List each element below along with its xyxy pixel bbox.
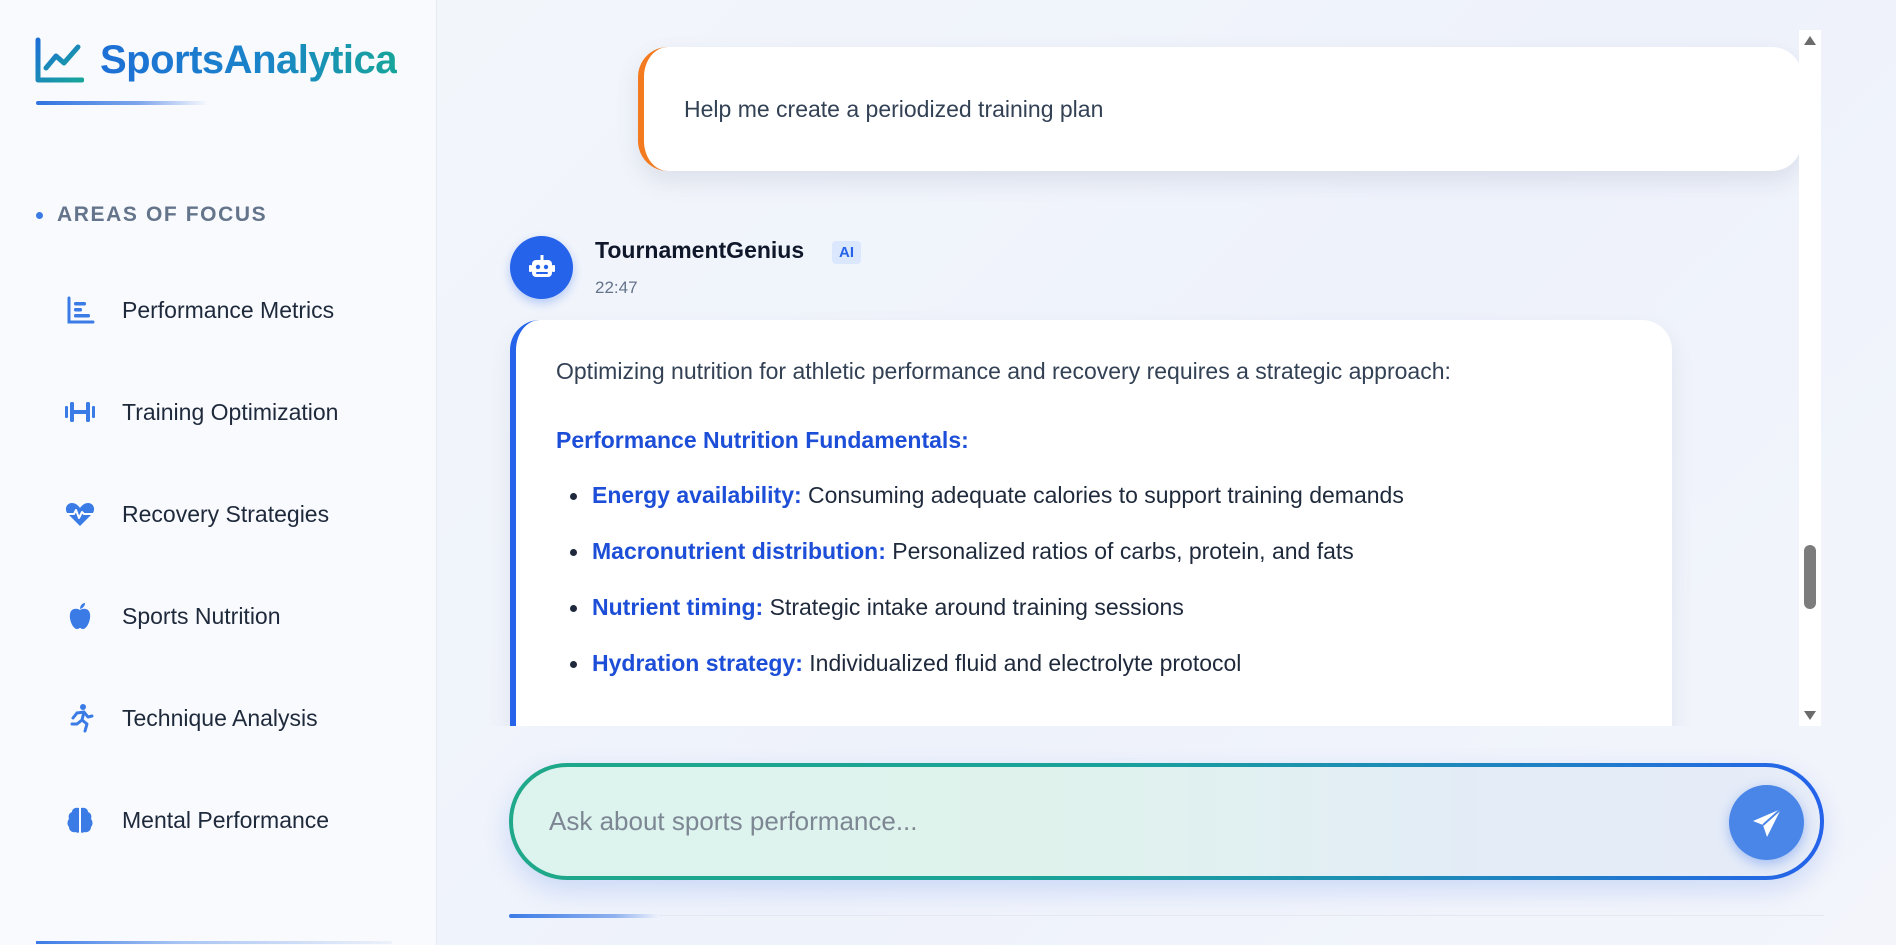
sidebar-item-performance-metrics[interactable]: Performance Metrics xyxy=(60,282,338,338)
ai-badge: AI xyxy=(832,241,861,264)
running-person-icon xyxy=(60,698,100,738)
paper-plane-icon xyxy=(1752,807,1782,837)
list-item: Energy availability: Consuming adequate … xyxy=(570,482,1672,509)
list-item: Macronutrient distribution: Personalized… xyxy=(570,538,1672,565)
brand-logo[interactable]: SportsAnalytica xyxy=(34,36,398,84)
point-text: Consuming adequate calories to support t… xyxy=(801,482,1404,508)
brand-name: SportsAnalytica xyxy=(100,37,398,82)
chat-input[interactable] xyxy=(549,767,1669,876)
sidebar-item-label: Performance Metrics xyxy=(122,296,335,323)
underline-track xyxy=(659,915,1824,916)
sidebar-item-label: Recovery Strategies xyxy=(122,500,330,527)
bar-chart-icon xyxy=(60,290,100,330)
user-message: Help me create a periodized training pla… xyxy=(638,47,1802,171)
sidebar-item-mental-performance[interactable]: Mental Performance xyxy=(60,792,338,848)
heart-pulse-icon xyxy=(60,494,100,534)
scroll-thumb[interactable] xyxy=(1804,545,1816,609)
robot-icon xyxy=(528,254,555,277)
chat-messages[interactable]: Help me create a periodized training pla… xyxy=(438,30,1822,726)
list-item: Nutrient timing: Strategic intake around… xyxy=(570,594,1672,621)
user-message-text: Help me create a periodized training pla… xyxy=(684,95,1104,122)
sidebar-divider xyxy=(36,941,392,944)
section-dot xyxy=(36,211,43,219)
message-timestamp: 22:47 xyxy=(595,278,638,297)
composer xyxy=(509,763,1824,880)
sidebar-item-technique-analysis[interactable]: Technique Analysis xyxy=(60,690,338,746)
assistant-name: TournamentGenius xyxy=(595,237,805,263)
composer-underline xyxy=(509,914,1824,918)
point-text: Individualized fluid and electrolyte pro… xyxy=(802,650,1242,676)
underline-accent xyxy=(509,914,659,918)
point-key: Energy availability: xyxy=(592,482,802,508)
composer-field xyxy=(513,767,1820,876)
point-key: Nutrient timing: xyxy=(592,594,764,620)
brain-icon xyxy=(60,800,100,840)
sidebar: SportsAnalytica AREAS OF FOCUS Performan… xyxy=(0,0,437,945)
scroll-up-arrow-icon[interactable] xyxy=(1804,36,1816,45)
chat-scrollbar[interactable] xyxy=(1799,30,1821,726)
assistant-intro: Optimizing nutrition for athletic perfor… xyxy=(556,358,1451,384)
sidebar-item-label: Sports Nutrition xyxy=(122,602,281,629)
assistant-heading: Performance Nutrition Fundamentals: xyxy=(556,427,969,453)
sidebar-item-label: Mental Performance xyxy=(122,806,330,833)
assistant-avatar xyxy=(510,236,573,299)
section-label-text: AREAS OF FOCUS xyxy=(57,203,268,226)
sidebar-nav: Performance Metrics Training Optimizatio… xyxy=(60,282,338,894)
section-label: AREAS OF FOCUS xyxy=(36,203,267,227)
sidebar-item-label: Training Optimization xyxy=(122,398,339,425)
send-button[interactable] xyxy=(1729,785,1804,860)
sidebar-item-recovery-strategies[interactable]: Recovery Strategies xyxy=(60,486,338,542)
point-text: Strategic intake around training session… xyxy=(763,594,1184,620)
dumbbell-icon xyxy=(60,392,100,432)
sidebar-item-training-optimization[interactable]: Training Optimization xyxy=(60,384,338,440)
point-key: Macronutrient distribution: xyxy=(592,538,886,564)
scroll-down-arrow-icon[interactable] xyxy=(1804,711,1816,720)
point-key: Hydration strategy: xyxy=(592,650,803,676)
list-item: Hydration strategy: Individualized fluid… xyxy=(570,650,1672,677)
apple-icon xyxy=(60,596,100,636)
point-text: Personalized ratios of carbs, protein, a… xyxy=(885,538,1354,564)
brand-underline xyxy=(36,101,208,105)
sidebar-item-label: Technique Analysis xyxy=(122,704,318,731)
sidebar-item-sports-nutrition[interactable]: Sports Nutrition xyxy=(60,588,338,644)
assistant-points: Energy availability: Consuming adequate … xyxy=(556,482,1672,677)
assistant-message: Optimizing nutrition for athletic perfor… xyxy=(510,320,1672,726)
trend-line-icon xyxy=(35,37,84,83)
